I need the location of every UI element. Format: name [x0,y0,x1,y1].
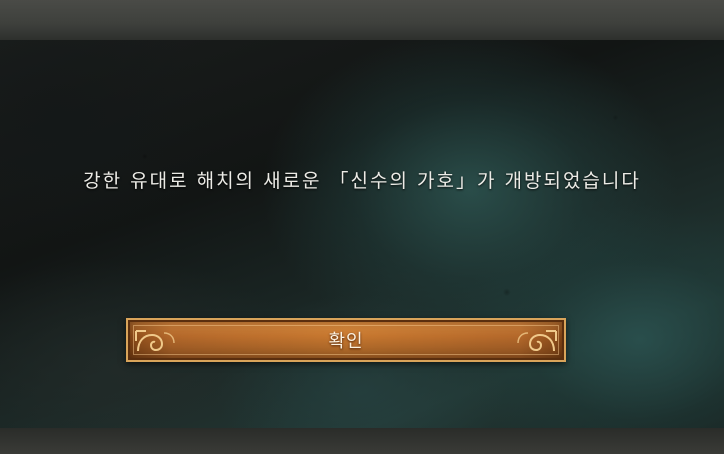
dimmed-background-bottom [0,428,724,454]
notification-popup: 강한 유대로 해치의 새로운 「신수의 가호」가 개방되었습니다 확인 [0,40,724,428]
popup-message: 강한 유대로 해치의 새로운 「신수의 가호」가 개방되었습니다 [83,170,641,192]
game-screen: 강한 유대로 해치의 새로운 「신수의 가호」가 개방되었습니다 확인 [0,0,724,454]
dimmed-background-top [0,0,724,40]
confirm-button-label: 확인 [328,331,364,352]
confirm-button[interactable]: 확인 [126,318,566,362]
